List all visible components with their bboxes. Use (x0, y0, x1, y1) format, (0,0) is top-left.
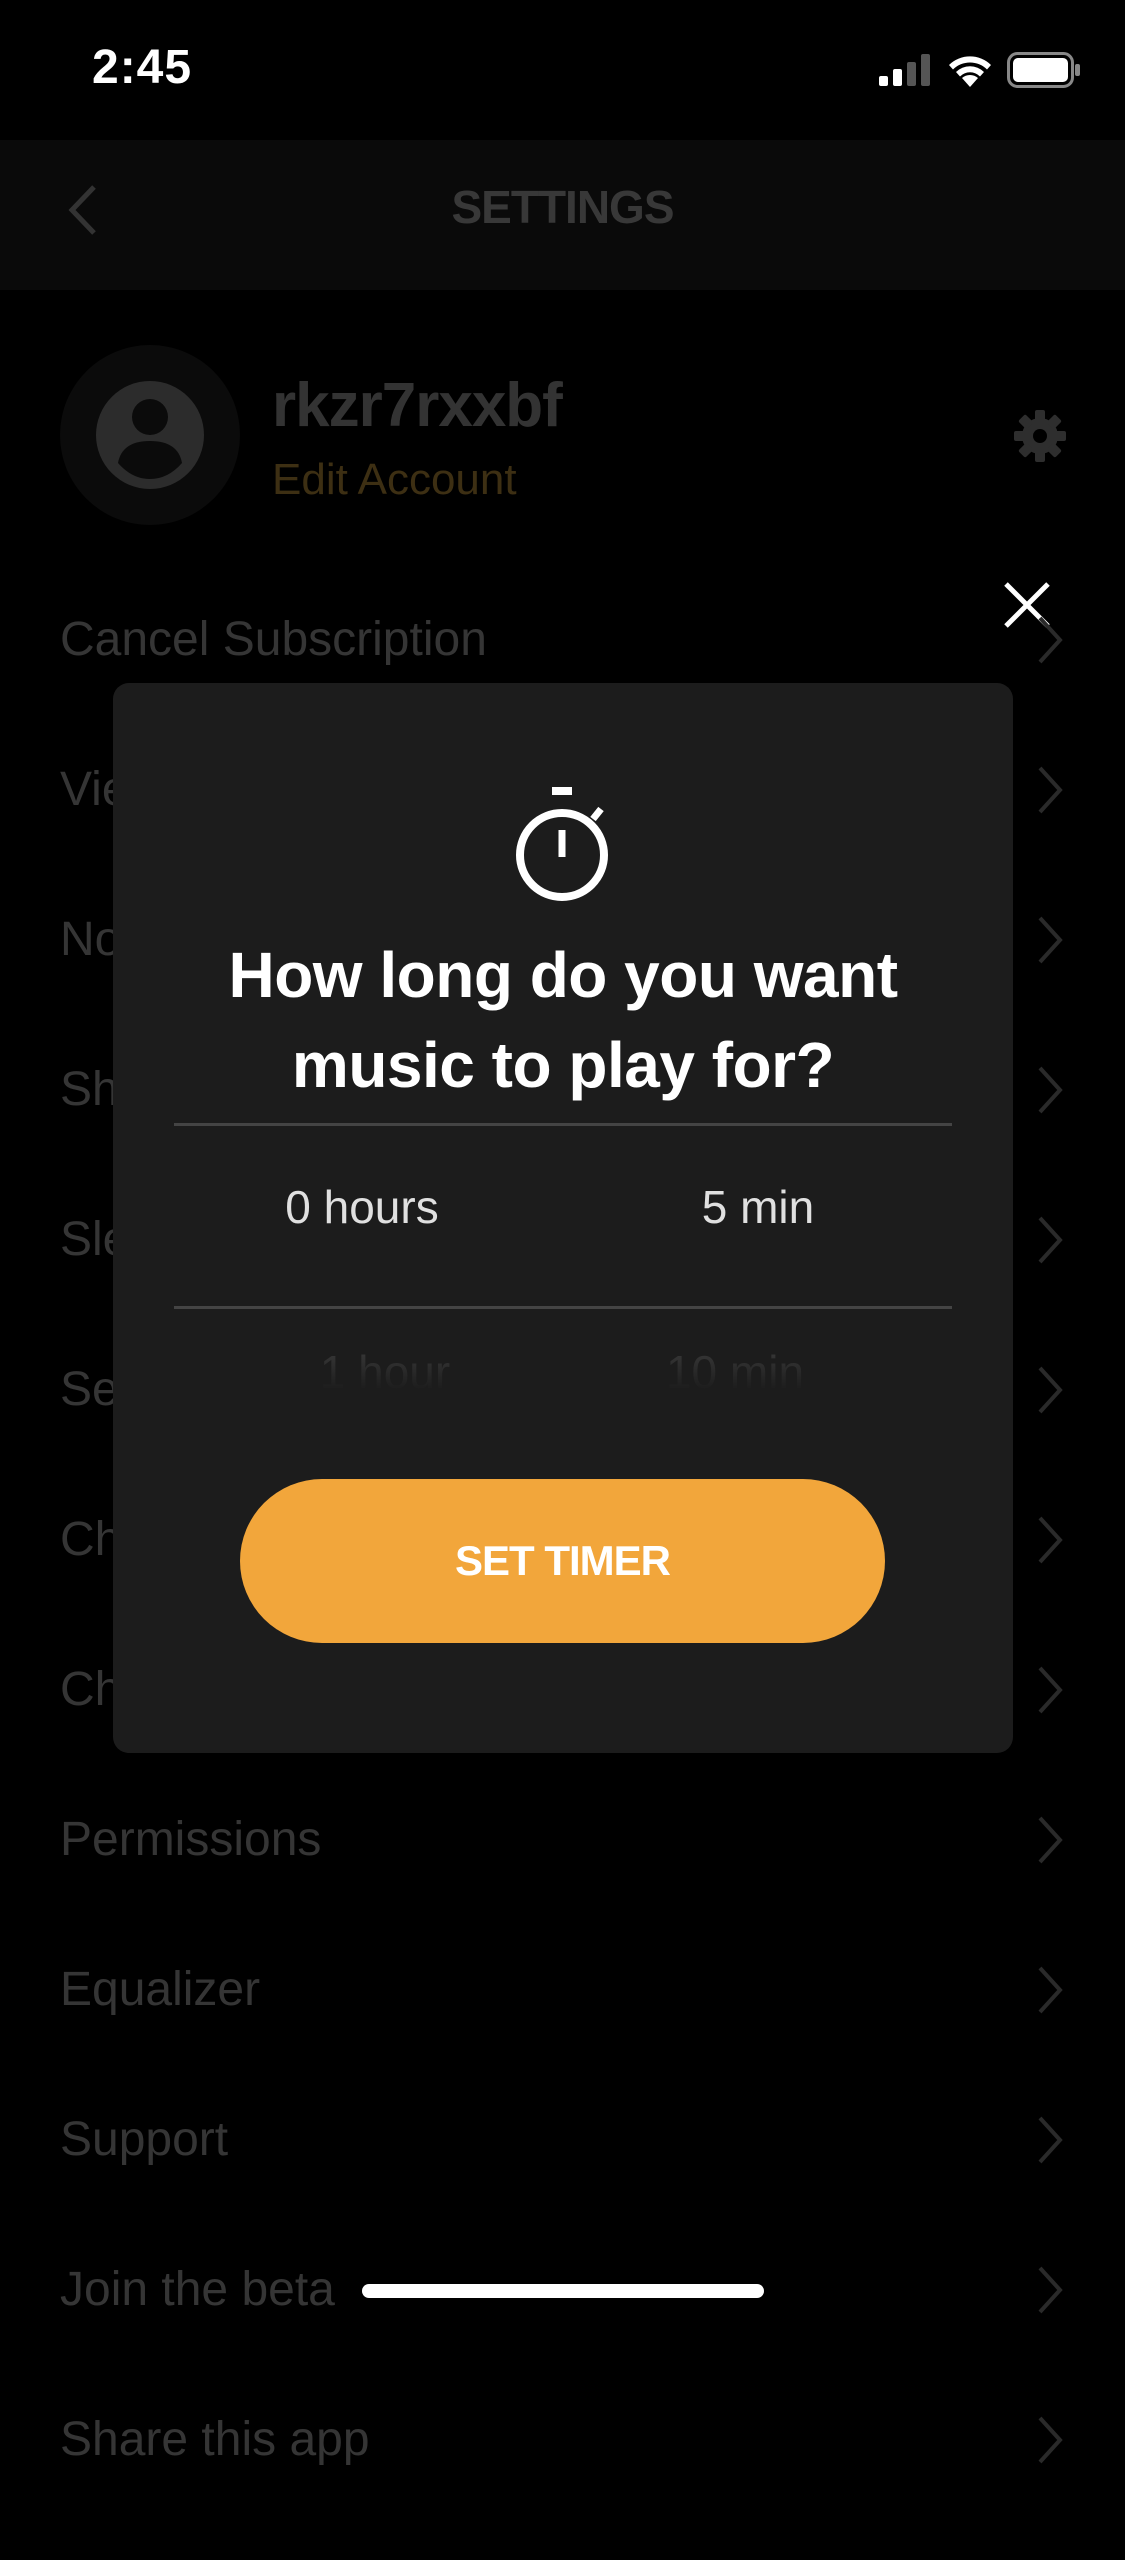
hours-selected[interactable]: 0 hours (212, 1180, 512, 1234)
settings-list-item[interactable]: Share this app (0, 2410, 1125, 2560)
battery-icon (1007, 52, 1080, 88)
status-time: 2:45 (92, 41, 193, 94)
chevron-right-icon (1038, 1966, 1063, 2014)
modal-title-line-2: music to play for? (291, 1029, 835, 1101)
settings-list-item[interactable]: Permissions (0, 1810, 1125, 1960)
settings-list-item-label: Sh (60, 1063, 119, 1116)
user-avatar-icon (96, 381, 204, 489)
chevron-right-icon (1038, 766, 1063, 814)
set-timer-button[interactable]: SET TIMER (240, 1479, 885, 1643)
chevron-right-icon (1038, 2116, 1063, 2164)
stopwatch-icon (505, 785, 619, 905)
settings-list-item-label: Equalizer (60, 1963, 261, 2016)
settings-list-item-label: Permissions (60, 1813, 322, 1866)
picker-fade-overlay (140, 1310, 986, 1390)
chevron-right-icon (1038, 2266, 1063, 2314)
home-indicator[interactable] (362, 2284, 764, 2298)
gear-icon (1014, 410, 1066, 462)
edit-account-link[interactable]: Edit Account (272, 455, 517, 505)
settings-list-item-label: Join the beta (60, 2263, 335, 2316)
chevron-right-icon (1038, 1816, 1063, 1864)
chevron-right-icon (1038, 916, 1063, 964)
signal-icon (879, 54, 930, 86)
wifi-icon (949, 56, 991, 87)
settings-list-item[interactable]: Join the beta (0, 2260, 1125, 2410)
avatar[interactable] (60, 345, 240, 525)
settings-list-item-label: Share this app (60, 2413, 370, 2466)
chevron-right-icon (1038, 1366, 1063, 1414)
settings-list-item[interactable]: Support (0, 2110, 1125, 2260)
minutes-selected[interactable]: 5 min (608, 1180, 908, 1234)
settings-list-item-label: Support (60, 2113, 229, 2166)
chevron-right-icon (1038, 616, 1063, 664)
chevron-right-icon (1038, 1666, 1063, 1714)
username: rkzr7rxxbf (272, 371, 563, 440)
picker-divider-bottom (174, 1306, 952, 1309)
account-settings-button[interactable] (1012, 408, 1068, 464)
settings-list-item-label: Se (60, 1363, 119, 1416)
chevron-right-icon (1038, 1066, 1063, 1114)
chevron-right-icon (1038, 2416, 1063, 2464)
chevron-right-icon (1038, 1516, 1063, 1564)
settings-list-item-label: Cancel Subscription (60, 613, 487, 666)
settings-list-item[interactable]: Equalizer (0, 1960, 1125, 2110)
picker-divider-top (174, 1123, 952, 1126)
status-icons (879, 50, 1081, 90)
page-title: SETTINGS (451, 181, 674, 233)
chevron-right-icon (1038, 1216, 1063, 1264)
modal-title-line-1: How long do you want (228, 939, 898, 1011)
modal-title: How long do you want music to play for? (113, 930, 1013, 1110)
